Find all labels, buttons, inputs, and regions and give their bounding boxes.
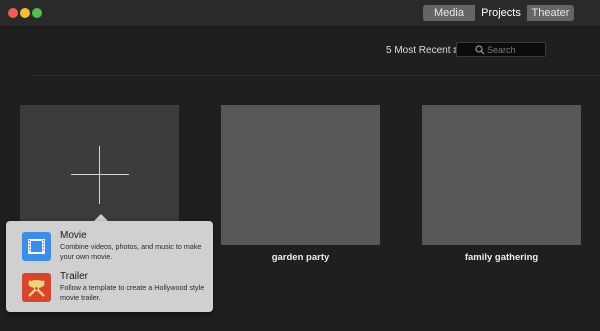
tab-theater[interactable]: Theater xyxy=(527,5,574,21)
project-title[interactable]: garden party xyxy=(221,252,380,263)
trailer-option-title: Trailer xyxy=(60,271,88,282)
search-field[interactable] xyxy=(456,42,546,57)
minimize-window-button[interactable] xyxy=(20,8,30,18)
plus-icon xyxy=(71,174,129,175)
toolbar-divider xyxy=(30,75,600,76)
project-thumbnail-family-gathering[interactable] xyxy=(422,105,581,245)
tab-projects[interactable]: Projects xyxy=(475,5,527,21)
search-icon xyxy=(475,45,485,55)
trailer-option-description: Follow a template to create a Hollywood … xyxy=(60,283,205,302)
film-icon xyxy=(22,232,51,261)
sort-select[interactable]: 5 Most Recent⇕ xyxy=(386,44,458,58)
new-project-popover: Movie Combine videos, photos, and music … xyxy=(6,221,213,312)
project-title[interactable]: family gathering xyxy=(422,252,581,263)
sort-select-label: 5 Most Recent xyxy=(386,45,451,56)
title-bar: Media Projects Theater xyxy=(0,0,600,27)
movie-option-title: Movie xyxy=(60,230,87,241)
search-input[interactable] xyxy=(487,43,543,56)
new-trailer-option[interactable]: Trailer Follow a template to create a Ho… xyxy=(6,270,213,310)
movie-option-description: Combine videos, photos, and music to mak… xyxy=(60,242,202,261)
project-thumbnail-garden-party[interactable] xyxy=(221,105,380,245)
tab-media[interactable]: Media xyxy=(423,5,475,21)
new-movie-option[interactable]: Movie Combine videos, photos, and music … xyxy=(6,229,213,269)
view-switcher: Media Projects Theater xyxy=(423,5,574,21)
zoom-window-button[interactable] xyxy=(32,8,42,18)
popover-arrow xyxy=(94,214,108,221)
trailer-icon xyxy=(22,273,51,302)
close-window-button[interactable] xyxy=(8,8,18,18)
plus-icon xyxy=(99,146,100,204)
